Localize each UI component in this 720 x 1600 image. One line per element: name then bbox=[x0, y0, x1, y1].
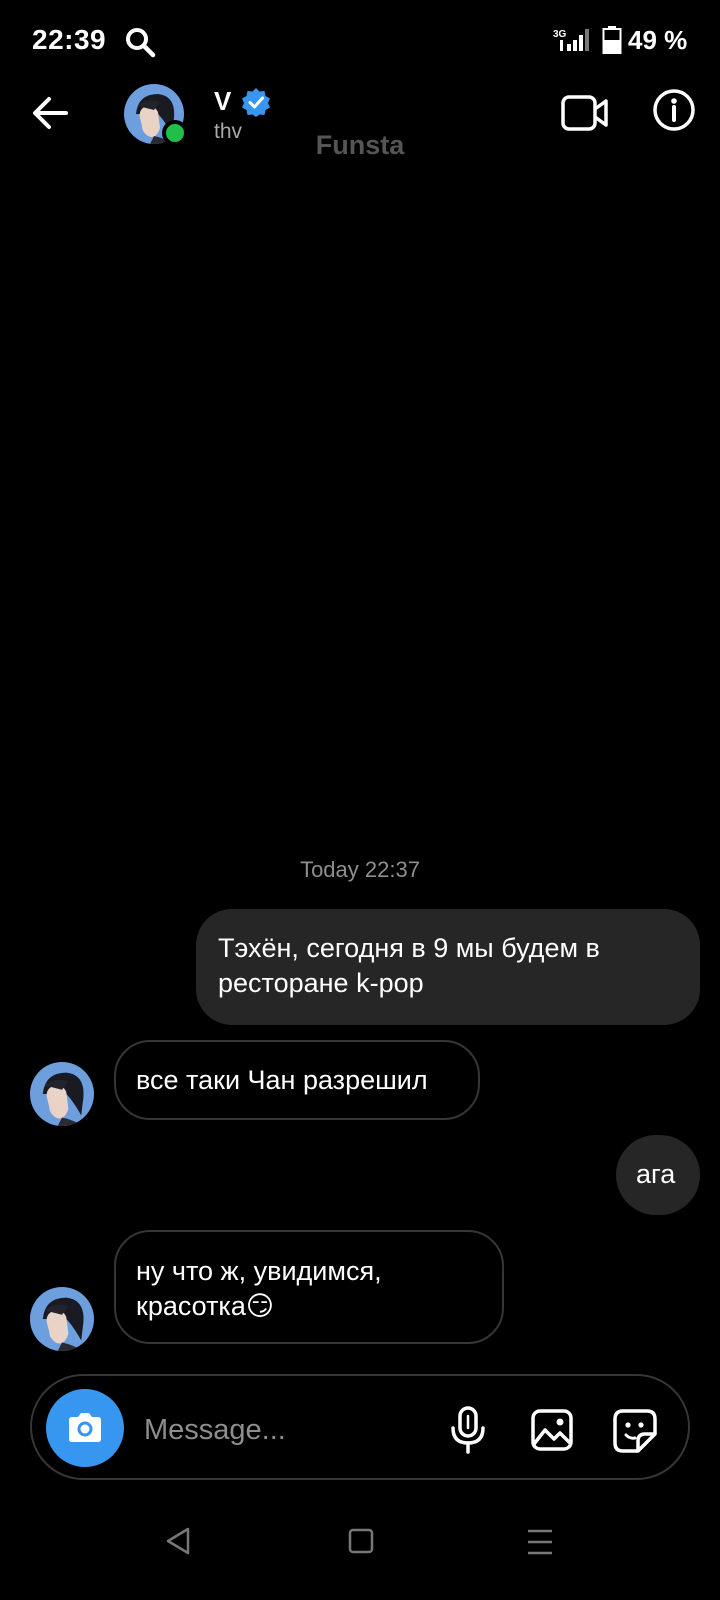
camera-icon bbox=[69, 1413, 101, 1442]
gallery-icon[interactable] bbox=[530, 1408, 574, 1452]
sender-avatar[interactable] bbox=[30, 1062, 94, 1126]
contact-name: V bbox=[214, 86, 232, 116]
contact-name-row[interactable]: V bbox=[214, 86, 271, 117]
sender-avatar[interactable] bbox=[30, 1287, 94, 1351]
sticker-icon[interactable] bbox=[612, 1408, 658, 1454]
battery-percent: 49 % bbox=[628, 25, 688, 55]
info-icon[interactable] bbox=[652, 88, 696, 132]
nav-home-icon[interactable] bbox=[348, 1528, 374, 1554]
network-type: 3G bbox=[553, 29, 567, 40]
status-time: 22:39 bbox=[32, 24, 107, 55]
battery-icon bbox=[602, 26, 622, 54]
incoming-message[interactable]: все таки Чан разрешил bbox=[114, 1040, 480, 1120]
signal-icon: 3G bbox=[553, 29, 589, 51]
system-nav-bar bbox=[0, 1516, 720, 1600]
status-bar: 22:39 3G 49 % bbox=[0, 0, 720, 80]
outgoing-message[interactable]: ага bbox=[616, 1135, 700, 1215]
outgoing-message[interactable]: Тэхён, сегодня в 9 мы будем в ресторане … bbox=[196, 909, 700, 1025]
nav-menu-icon[interactable] bbox=[526, 1528, 554, 1556]
incoming-message[interactable]: ну что ж, увидимся, красотка😏 bbox=[114, 1230, 504, 1344]
microphone-icon[interactable] bbox=[450, 1406, 486, 1454]
message-input[interactable] bbox=[144, 1410, 434, 1450]
nav-back-icon[interactable] bbox=[164, 1526, 192, 1556]
camera-button[interactable] bbox=[46, 1389, 124, 1467]
watermark-text: Funsta bbox=[315, 130, 405, 160]
verified-badge-icon bbox=[242, 87, 271, 117]
message-composer bbox=[30, 1374, 690, 1480]
search-icon bbox=[126, 28, 156, 58]
chat-timestamp: Today 22:37 bbox=[300, 857, 420, 882]
